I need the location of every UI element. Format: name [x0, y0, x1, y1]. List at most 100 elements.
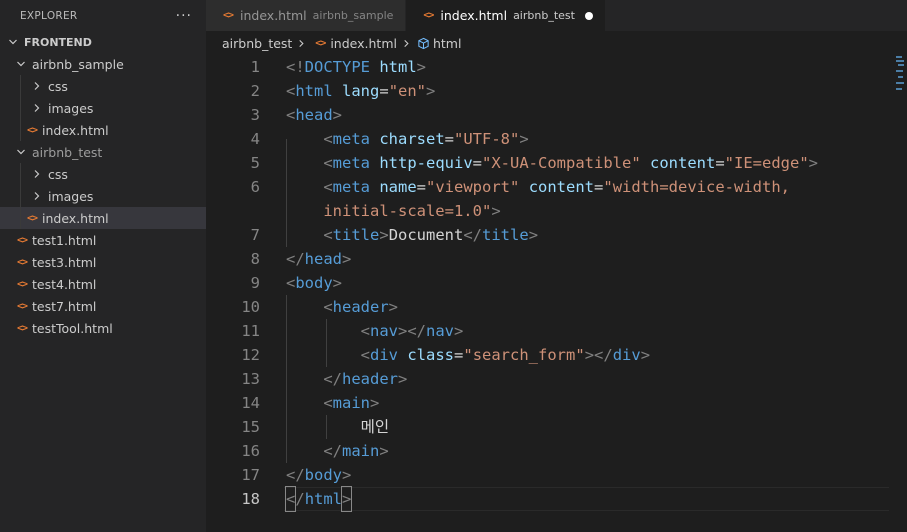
- code-token: title: [332, 226, 380, 244]
- breadcrumb-file-label: index.html: [330, 35, 397, 51]
- code-token: "viewport": [426, 178, 520, 196]
- code-token: <: [360, 322, 370, 340]
- code-token: =: [715, 154, 725, 172]
- section-label: FRONTEND: [24, 35, 92, 49]
- minimap[interactable]: [896, 56, 904, 92]
- code-token: meta: [332, 130, 370, 148]
- chevron-right-icon: [402, 39, 411, 48]
- code-token: title: [482, 226, 529, 244]
- tree-file[interactable]: <> index.html: [0, 119, 206, 141]
- code-token: nav: [370, 322, 398, 340]
- code-token: "X-UA-Compatible": [482, 154, 641, 172]
- code-text: initial-scale=1.0">: [286, 199, 500, 223]
- html-file-icon: <>: [222, 10, 234, 21]
- code-token: div: [370, 346, 398, 364]
- breadcrumb-symbol-label: html: [432, 35, 462, 51]
- breadcrumb-folder[interactable]: airbnb_test: [222, 36, 292, 51]
- code-token: <: [323, 154, 333, 172]
- html-file-icon: <>: [16, 234, 28, 246]
- line-number: 2: [250, 82, 260, 100]
- chevron-down-icon: [14, 59, 28, 69]
- chevron-right-icon: [30, 103, 44, 113]
- code-token: head: [304, 250, 342, 268]
- minimap-line: [898, 64, 904, 66]
- code-token: <: [323, 130, 333, 148]
- code-token: content: [650, 154, 716, 172]
- html-file-icon: <>: [16, 300, 28, 312]
- code-token: class: [407, 346, 455, 364]
- tab-index-airbnb-test[interactable]: <> index.html airbnb_test: [406, 0, 606, 31]
- html-file-icon: <>: [16, 322, 28, 334]
- code-text: <meta http-equiv="X-UA-Compatible" conte…: [286, 151, 818, 175]
- code-text: <nav></nav>: [286, 319, 464, 343]
- line-number: 1: [250, 58, 260, 76]
- code-token: content: [528, 178, 595, 196]
- workspace-section-frontend[interactable]: FRONTEND: [0, 31, 206, 53]
- code-token: >: [528, 226, 539, 244]
- code-token: meta: [332, 154, 370, 172]
- tree-file[interactable]: <> test1.html: [0, 229, 206, 251]
- line-number: 15: [241, 418, 260, 436]
- tree-item-label: test4.html: [32, 276, 97, 292]
- code-token: <: [286, 106, 296, 124]
- tree-folder[interactable]: images: [0, 185, 206, 207]
- file-tree: airbnb_sample css images <> index.html airbnb…: [0, 53, 206, 339]
- tree-file[interactable]: <> test3.html: [0, 251, 206, 273]
- chevron-down-icon: [6, 37, 20, 47]
- code-text: <meta charset="UTF-8">: [286, 127, 528, 151]
- code-token: >: [342, 466, 352, 484]
- code-token: >: [342, 250, 352, 268]
- explorer-header: EXPLORER ···: [0, 0, 206, 31]
- code-token: DOCTYPE: [304, 58, 370, 76]
- breadcrumb-file[interactable]: <> index.html: [312, 36, 397, 51]
- code-token: <: [323, 178, 333, 196]
- tree-folder[interactable]: css: [0, 163, 206, 185]
- code-token: </: [323, 370, 342, 388]
- code-token: >: [379, 442, 389, 460]
- tree-file[interactable]: <> test4.html: [0, 273, 206, 295]
- tab-index-airbnb-sample[interactable]: <> index.html airbnb_sample: [206, 0, 407, 31]
- code-text: <body>: [286, 271, 342, 295]
- tree-folder[interactable]: images: [0, 97, 206, 119]
- code-token: >: [332, 274, 343, 292]
- unsaved-dot-icon[interactable]: [584, 11, 593, 20]
- tree-file[interactable]: <> index.html: [0, 207, 206, 229]
- code-text: </main>: [286, 439, 389, 463]
- line-number: 11: [241, 322, 260, 340]
- code-token: "width=device-width,: [603, 178, 790, 196]
- code-token: </: [286, 466, 305, 484]
- ellipsis-icon[interactable]: ···: [176, 9, 192, 23]
- tree-folder[interactable]: airbnb_test: [0, 141, 206, 163]
- code-text: 메인: [286, 415, 390, 439]
- code-token: >: [379, 226, 389, 244]
- tree-indent-guide: [20, 75, 21, 141]
- code-text: </html>: [284, 486, 353, 512]
- code-editor[interactable]: 1 <!DOCTYPE html> 2 <html lang="en"> 3 <head>…: [206, 55, 907, 532]
- tree-file[interactable]: <> test7.html: [0, 295, 206, 317]
- code-token: =: [416, 178, 427, 196]
- code-token: <: [323, 394, 333, 412]
- tab-bar: <> index.html airbnb_sample <> index.htm…: [206, 0, 907, 31]
- html-file-icon: <>: [16, 256, 28, 268]
- code-token: html: [379, 58, 417, 76]
- tree-folder[interactable]: airbnb_sample: [0, 53, 206, 75]
- code-token: <!: [286, 58, 305, 76]
- code-text: <div class="search_form"></div>: [286, 343, 650, 367]
- code-token: <: [284, 486, 297, 512]
- line-number: 13: [241, 370, 260, 388]
- tree-folder[interactable]: css: [0, 75, 206, 97]
- tree-file[interactable]: <> testTool.html: [0, 317, 206, 339]
- breadcrumb-symbol[interactable]: html: [417, 36, 461, 51]
- code-token: </: [323, 442, 342, 460]
- breadcrumb: airbnb_test <> index.html html: [206, 31, 907, 55]
- minimap-line: [896, 56, 902, 58]
